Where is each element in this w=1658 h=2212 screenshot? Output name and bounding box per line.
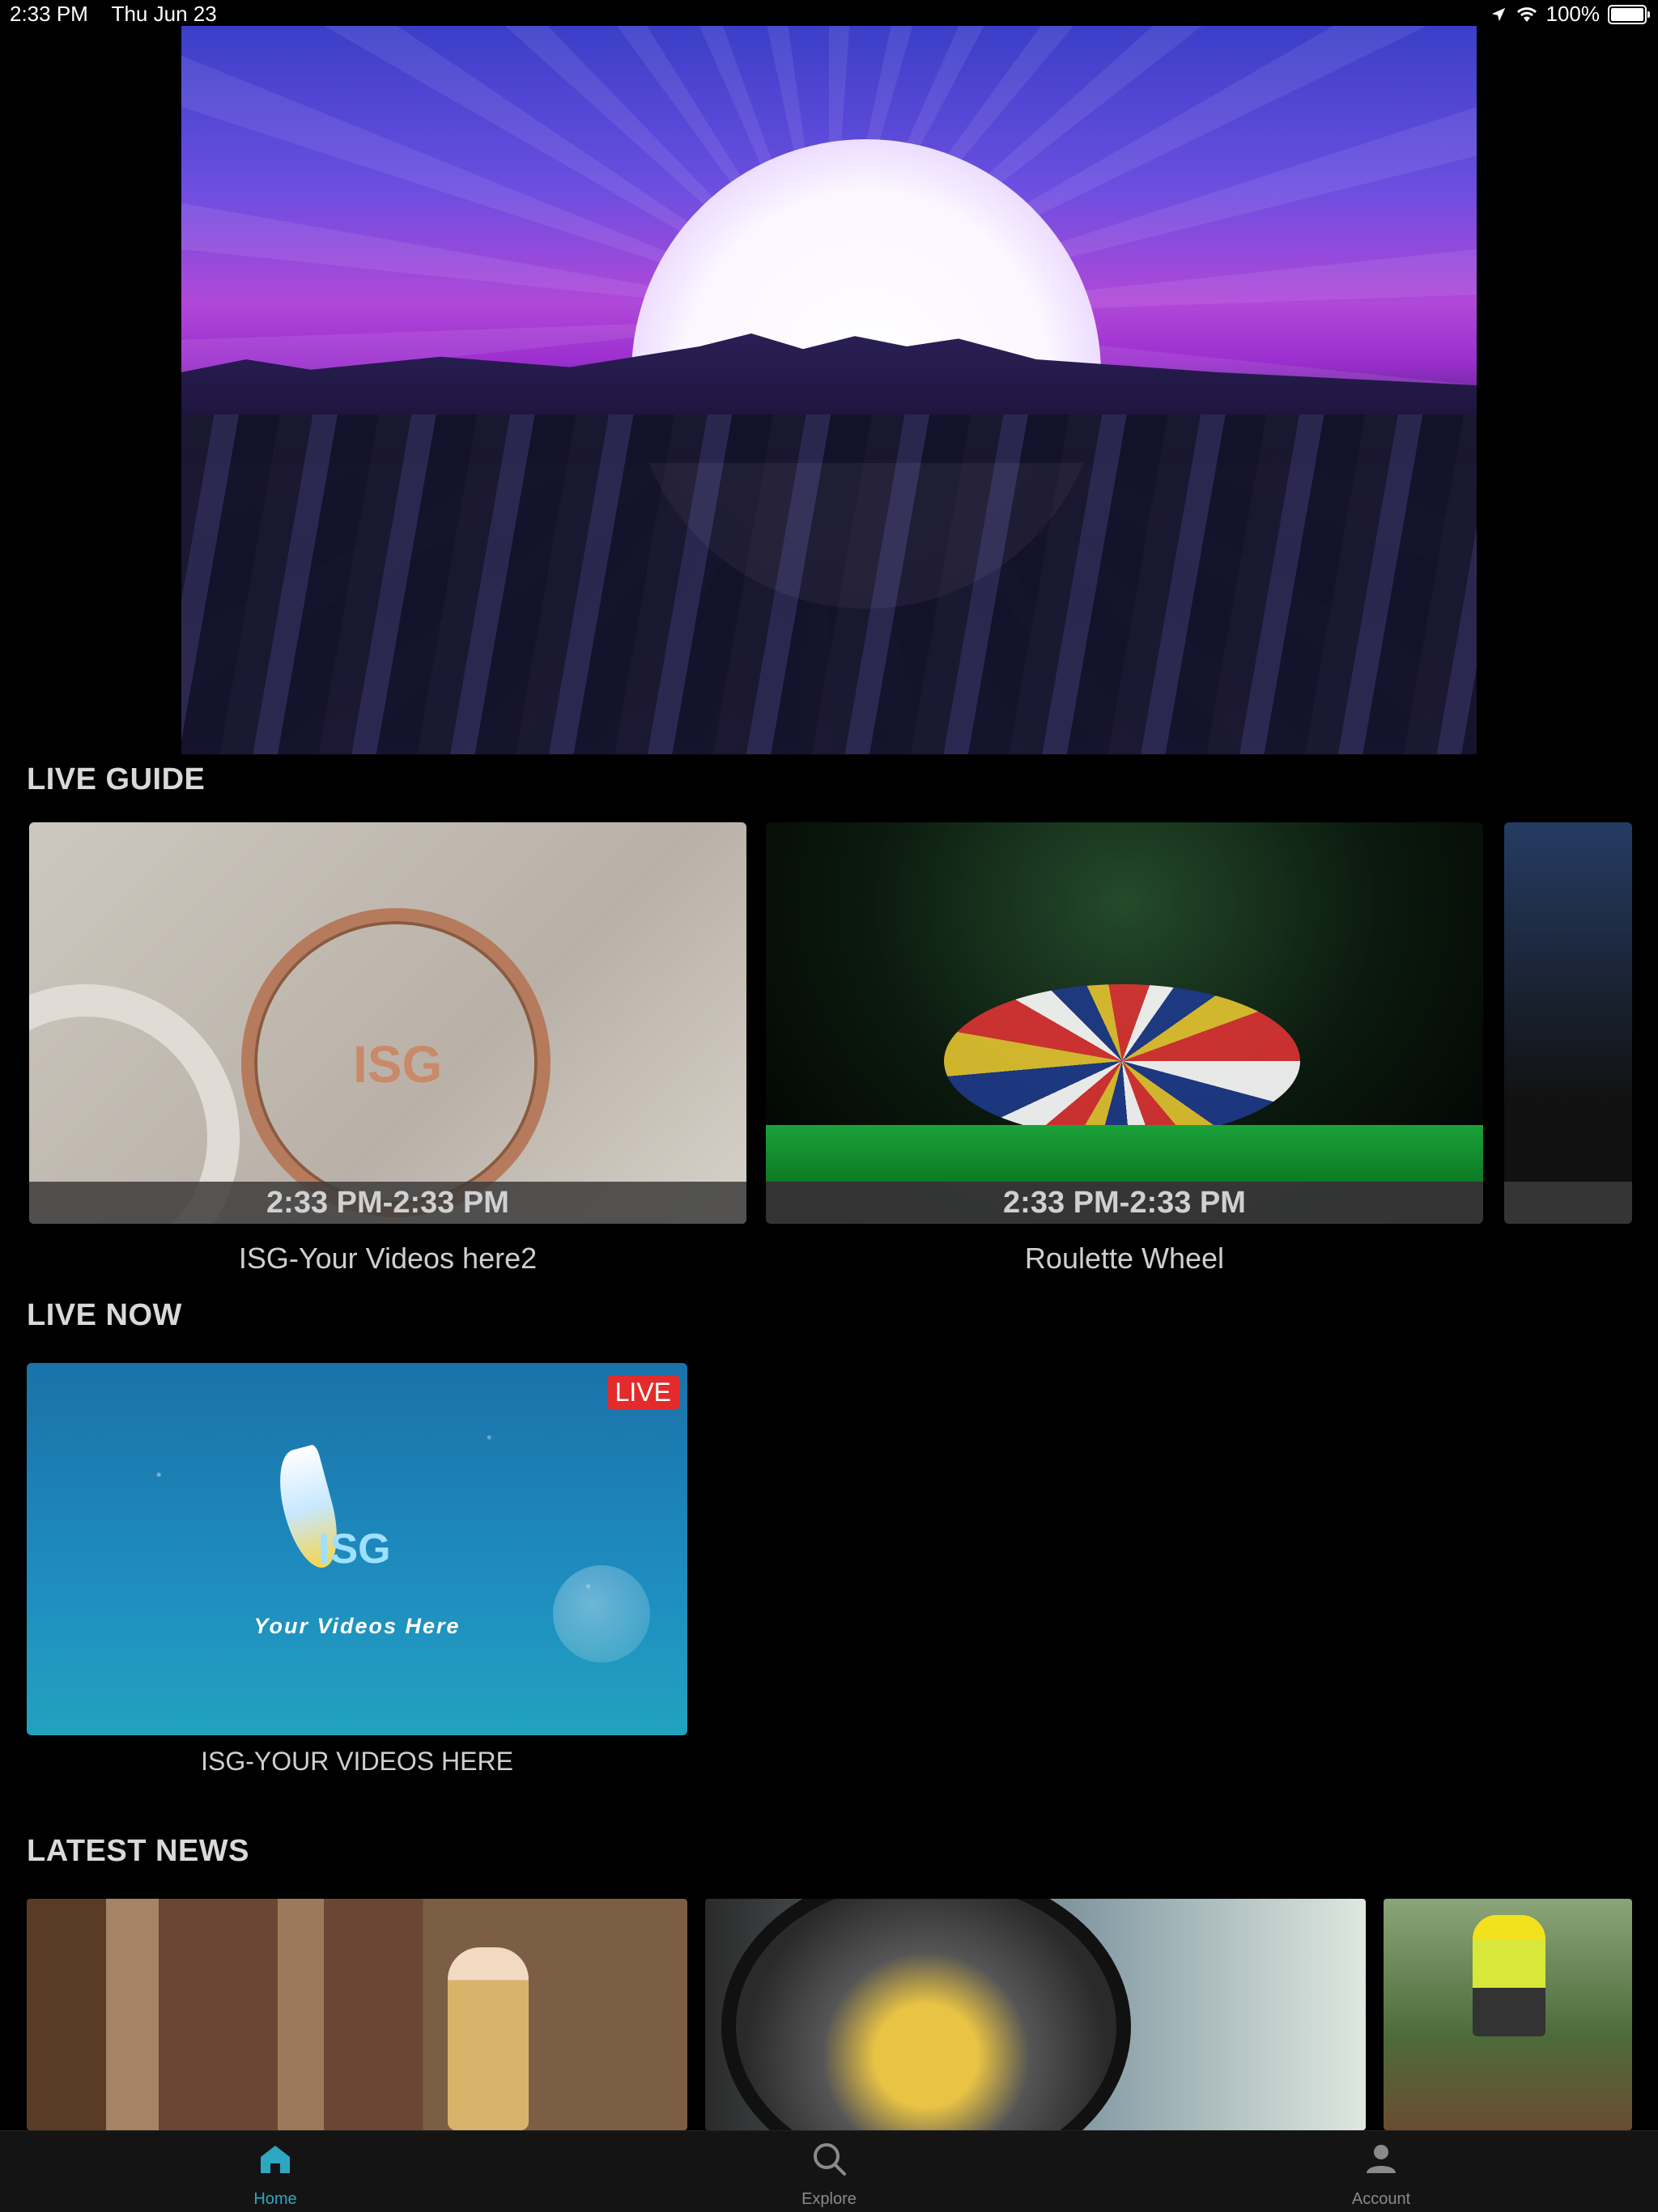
tab-explore[interactable]: Explore [748, 2131, 910, 2212]
person-icon [1367, 2145, 1396, 2173]
guide-time: 2:33 PM-2:33 PM [29, 1182, 746, 1224]
guide-title[interactable]: Roulette Wheel [766, 1242, 1483, 1276]
home-icon [261, 2146, 290, 2173]
thumb-chips [944, 984, 1300, 1138]
section-title-live-guide: LIVE GUIDE [27, 762, 206, 796]
section-title-latest-news: LATEST NEWS [27, 1834, 250, 1868]
live-now-title[interactable]: ISG-YOUR VIDEOS HERE [27, 1747, 687, 1777]
isg-logo: ISG [353, 1035, 443, 1093]
thumb-mirror [721, 1899, 1131, 2130]
section-title-live-now: LIVE NOW [27, 1298, 182, 1332]
live-guide-card-peek[interactable] [1504, 822, 1632, 1224]
live-badge: LIVE [606, 1376, 679, 1409]
live-guide-card[interactable]: ISG 2:33 PM-2:33 PM [29, 822, 746, 1224]
news-card[interactable] [27, 1899, 687, 2130]
thumb-model [448, 1947, 529, 2130]
guide-title[interactable]: ISG-Your Videos here2 [29, 1242, 746, 1276]
battery-percent: 100% [1545, 2, 1601, 26]
tab-label: Home [253, 2190, 297, 2208]
battery-icon [1608, 4, 1650, 24]
thumb-table [766, 1125, 1483, 1182]
tab-bar: Home Explore Account [0, 2130, 1658, 2212]
news-card[interactable] [705, 1899, 1366, 2130]
thumb-tagline: Your Videos Here [253, 1614, 461, 1638]
status-date: Thu Jun 23 [111, 2, 217, 26]
news-card[interactable] [1384, 1899, 1632, 2130]
thumb-worker [1473, 1915, 1545, 2036]
live-now-card[interactable]: ISG Your Videos Here LIVE [27, 1363, 687, 1735]
tab-label: Explore [801, 2190, 857, 2208]
wifi-icon [1516, 6, 1537, 22]
tab-home[interactable]: Home [194, 2131, 356, 2212]
hero-ground [181, 414, 1477, 754]
search-icon [814, 2143, 846, 2176]
guide-time: 2:33 PM-2:33 PM [766, 1182, 1483, 1224]
live-guide-card[interactable]: 2:33 PM-2:33 PM [766, 822, 1483, 1224]
tab-label: Account [1351, 2190, 1411, 2208]
tab-account[interactable]: Account [1300, 2131, 1462, 2212]
isg-logo: ISG [318, 1526, 391, 1573]
status-time: 2:33 PM [10, 2, 88, 26]
location-icon [1491, 7, 1505, 21]
hero-video-player[interactable] [181, 26, 1477, 754]
status-bar: 2:33 PM Thu Jun 23 100% [0, 0, 1658, 29]
guide-time-band [1504, 1182, 1632, 1224]
